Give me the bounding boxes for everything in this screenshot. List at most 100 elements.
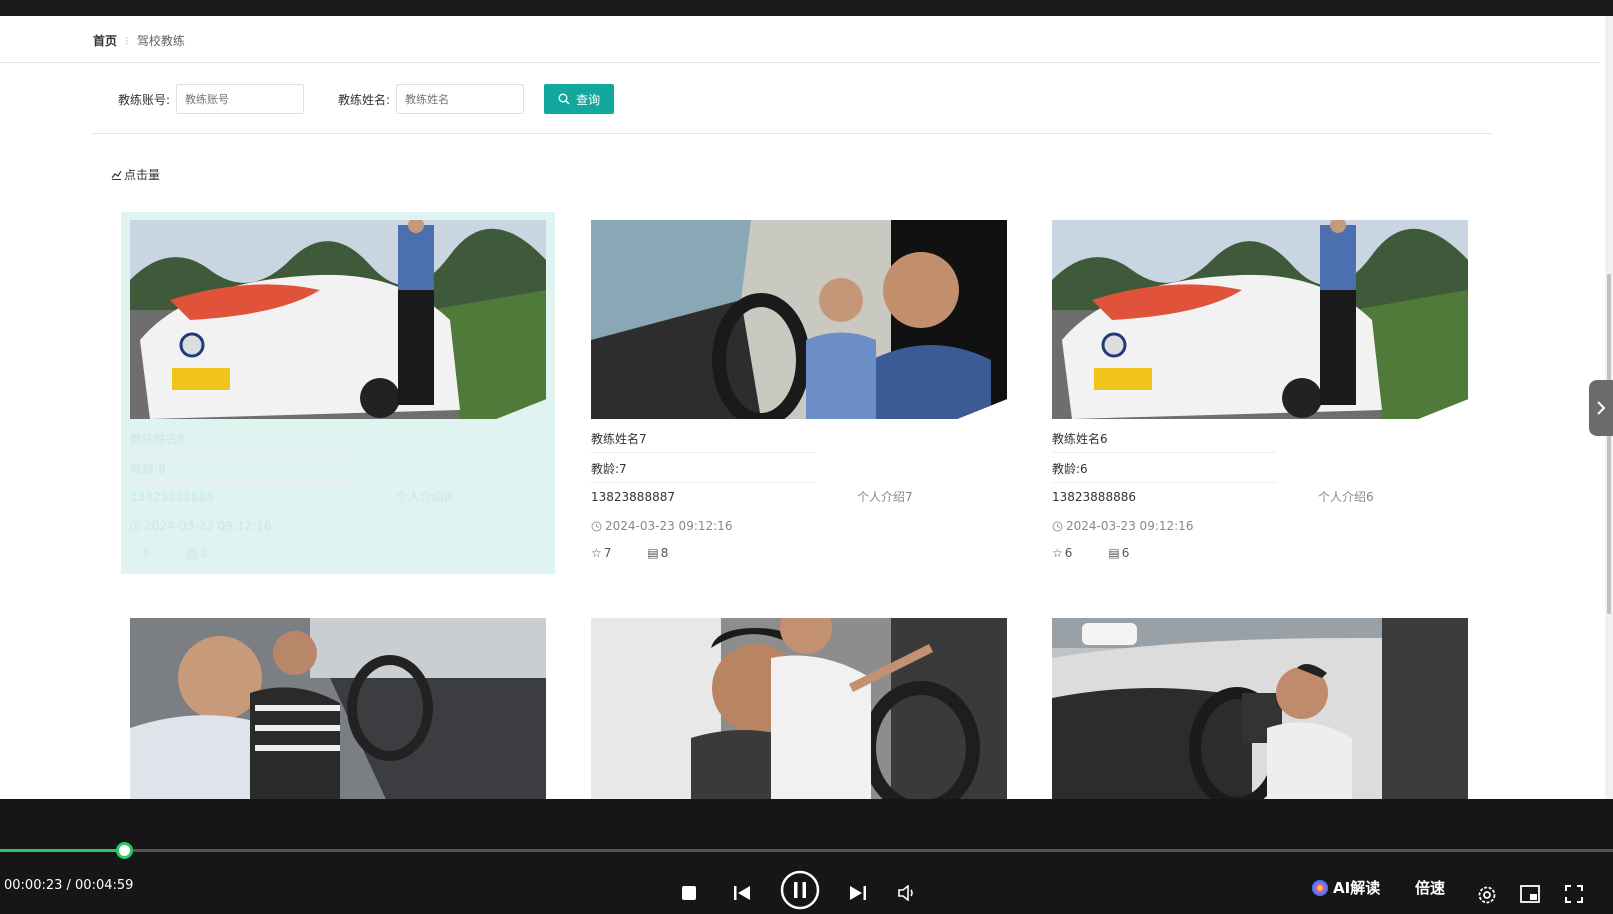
coach-photo [591, 220, 1007, 419]
ai-logo-icon [1312, 879, 1328, 896]
clock-icon [591, 521, 602, 531]
coach-time: 2024-03-23 09:12:16 [130, 519, 271, 533]
ai-interpret-button[interactable]: AI解读 [1311, 877, 1380, 898]
coach-photo [130, 618, 546, 799]
coach-card[interactable]: 教练姓名6 教龄:6 13823888886 个人介绍6 2024-03-23 … [1043, 212, 1477, 574]
comment-count[interactable]: ▤ 8 [186, 546, 207, 560]
star-icon: ☆ [1052, 546, 1063, 560]
breadcrumb-home[interactable]: 首页 [93, 32, 117, 49]
coach-card[interactable]: 教练姓名8 教龄:8 13823888888 个人介绍8 2024-03-23 … [121, 212, 555, 574]
search-icon [558, 93, 570, 105]
stop-icon [682, 886, 696, 900]
account-label: 教练账号: [118, 92, 171, 107]
comment-count[interactable]: ▤ 6 [1108, 546, 1129, 560]
pause-icon [780, 870, 820, 910]
coach-card[interactable] [1043, 618, 1477, 799]
coach-name: 教练姓名6 [1052, 432, 1108, 446]
coach-stats: ☆ 8 ▤ 8 [130, 546, 207, 560]
coach-phone: 13823888887 [591, 490, 675, 504]
search-button-label: 查询 [576, 92, 601, 107]
breadcrumb: 首页 ⁝ 驾校教练 [93, 32, 185, 49]
chevron-right-icon [1597, 401, 1606, 415]
comment-icon: ▤ [1108, 546, 1120, 560]
previous-button[interactable] [733, 885, 751, 901]
coach-photo [591, 618, 1007, 799]
clock-icon [130, 521, 141, 531]
coach-time-text: 2024-03-23 09:12:16 [144, 519, 272, 533]
gear-icon [1478, 886, 1496, 904]
coach-card[interactable]: 教练姓名7 教龄:7 13823888887 个人介绍7 2024-03-23 … [582, 212, 1016, 574]
search-button[interactable]: 查询 [544, 84, 615, 114]
speed-label: 倍速 [1415, 879, 1446, 897]
progress-knob[interactable] [116, 842, 133, 859]
divider [130, 482, 355, 483]
like-count[interactable]: ☆ 6 [1052, 546, 1072, 560]
star-icon: ☆ [130, 546, 141, 560]
coach-stats: ☆ 6 ▤ 6 [1052, 546, 1129, 560]
sort-label: 点击量 [124, 168, 161, 182]
coach-card[interactable] [582, 618, 1016, 799]
progress-track[interactable] [0, 849, 1613, 852]
fullscreen-button[interactable] [1565, 885, 1583, 903]
stop-button[interactable] [681, 885, 697, 901]
coach-card[interactable] [121, 618, 555, 799]
pip-icon [1520, 885, 1540, 903]
clock-icon [1052, 521, 1063, 531]
coach-intro: 个人介绍8 [396, 490, 452, 504]
divider [1052, 482, 1277, 483]
divider [130, 452, 355, 453]
like-count[interactable]: ☆ 8 [130, 546, 150, 560]
coach-intro: 个人介绍7 [857, 490, 913, 504]
divider [1052, 452, 1277, 453]
comment-icon: ▤ [647, 546, 659, 560]
time-display: 00:00:23 / 00:04:59 [4, 878, 134, 893]
coach-time: 2024-03-23 09:12:16 [1052, 519, 1193, 533]
bar-chart-icon [111, 170, 122, 180]
coach-time: 2024-03-23 09:12:16 [591, 519, 732, 533]
coach-time-text: 2024-03-23 09:12:16 [605, 519, 733, 533]
breadcrumb-separator: ⁝ [125, 33, 129, 48]
sort-by-clicks[interactable]: 点击量 [111, 166, 160, 183]
comment-count[interactable]: ▤ 8 [647, 546, 668, 560]
fullscreen-icon [1565, 885, 1583, 903]
comment-icon: ▤ [186, 546, 198, 560]
speed-button[interactable]: 倍速 [1415, 877, 1445, 898]
coach-age: 教龄:8 [130, 462, 166, 476]
player-controls: 00:00:23 / 00:04:59 AI解读 倍速 [0, 799, 1613, 914]
breadcrumb-current: 驾校教练 [136, 34, 185, 48]
skip-previous-icon [734, 886, 750, 900]
coach-intro: 个人介绍6 [1318, 490, 1374, 504]
like-count-value: 6 [1064, 546, 1073, 560]
search-form: 教练账号: 教练姓名: 查询 [118, 83, 615, 115]
coach-photo [1052, 618, 1468, 799]
pause-button[interactable] [780, 870, 820, 910]
like-count[interactable]: ☆ 7 [591, 546, 611, 560]
name-label: 教练姓名: [338, 92, 391, 107]
comment-count-value: 6 [1121, 546, 1130, 560]
progress-fill [0, 849, 124, 852]
volume-button[interactable] [898, 885, 916, 901]
coach-phone: 13823888886 [1052, 490, 1136, 504]
name-input[interactable] [396, 84, 525, 114]
comment-count-value: 8 [660, 546, 669, 560]
coach-age: 教龄:6 [1052, 462, 1088, 476]
settings-button[interactable] [1477, 885, 1497, 905]
picture-in-picture-button[interactable] [1520, 885, 1540, 903]
skip-next-icon [850, 886, 866, 900]
next-button[interactable] [849, 885, 867, 901]
coach-name: 教练姓名8 [130, 432, 186, 446]
scrollbar-thumb[interactable] [1607, 274, 1611, 614]
coach-time-text: 2024-03-23 09:12:16 [1066, 519, 1194, 533]
comment-count-value: 8 [199, 546, 208, 560]
coach-name: 教练姓名7 [591, 432, 647, 446]
coach-photo [130, 220, 546, 419]
video-player-window: 首页 ⁝ 驾校教练 教练账号: 教练姓名: 查询 点击量 [0, 0, 1613, 914]
divider [92, 133, 1492, 134]
volume-icon [898, 885, 913, 901]
ai-interpret-label: AI解读 [1333, 879, 1381, 897]
divider [591, 452, 816, 453]
account-input[interactable] [176, 84, 305, 114]
side-expand-button[interactable] [1589, 380, 1613, 436]
star-icon: ☆ [591, 546, 602, 560]
video-frame: 首页 ⁝ 驾校教练 教练账号: 教练姓名: 查询 点击量 [0, 16, 1613, 799]
